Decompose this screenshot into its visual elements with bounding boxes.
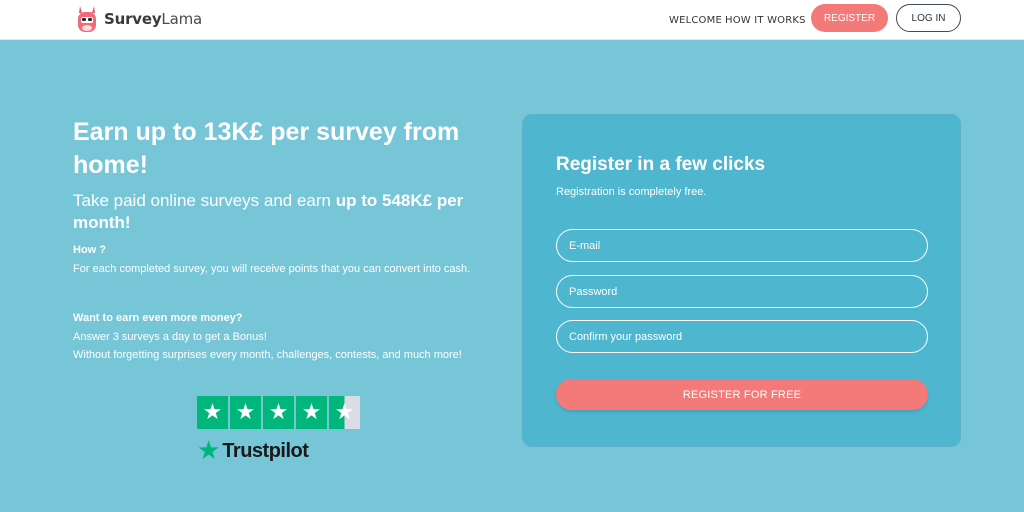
trustpilot-star-icon: ★	[197, 436, 221, 466]
bonus-text: Answer 3 surveys a day to get a Bonus!	[73, 331, 267, 343]
surprises-text: Without forgetting surprises every month…	[73, 349, 462, 361]
register-for-free-button[interactable]: REGISTER FOR FREE	[556, 379, 928, 410]
logo-text: SurveyLama	[104, 10, 202, 28]
hero-subtitle: Take paid online surveys and earn up to …	[73, 191, 464, 232]
how-heading: How ?	[73, 244, 106, 256]
half-star-icon: ★	[329, 396, 360, 429]
email-field[interactable]	[556, 229, 928, 262]
register-card-title: Register in a few clicks	[556, 154, 766, 175]
login-button[interactable]: LOG IN	[896, 4, 961, 32]
register-card: Register in a few clicks Registration is…	[522, 114, 961, 447]
trustpilot-label: Trustpilot	[222, 439, 309, 462]
star-icon: ★	[197, 396, 228, 429]
register-button[interactable]: REGISTER	[811, 4, 888, 32]
star-icon: ★	[230, 396, 261, 429]
password-field[interactable]	[556, 275, 928, 308]
star-icon: ★	[296, 396, 327, 429]
star-icon: ★	[263, 396, 294, 429]
how-text: For each completed survey, you will rece…	[73, 263, 471, 275]
more-money-heading: Want to earn even more money?	[73, 312, 243, 324]
top-header: SurveyLama WELCOME HOW IT WORKS REGISTER…	[0, 0, 1024, 40]
trustpilot-rating-stars: ★ ★ ★ ★ ★	[197, 396, 360, 429]
llama-logo-icon	[74, 4, 100, 34]
nav-how-it-works-link[interactable]: HOW IT WORKS	[725, 0, 806, 40]
confirm-password-field[interactable]	[556, 320, 928, 353]
register-card-subtitle: Registration is completely free.	[556, 186, 707, 198]
surveylama-logo[interactable]: SurveyLama	[74, 3, 202, 35]
trustpilot-logo: ★ Trustpilot	[197, 436, 309, 466]
hero-title: Earn up to 13K£ per survey from home!	[73, 118, 460, 179]
nav-welcome-link[interactable]: WELCOME	[669, 0, 722, 40]
